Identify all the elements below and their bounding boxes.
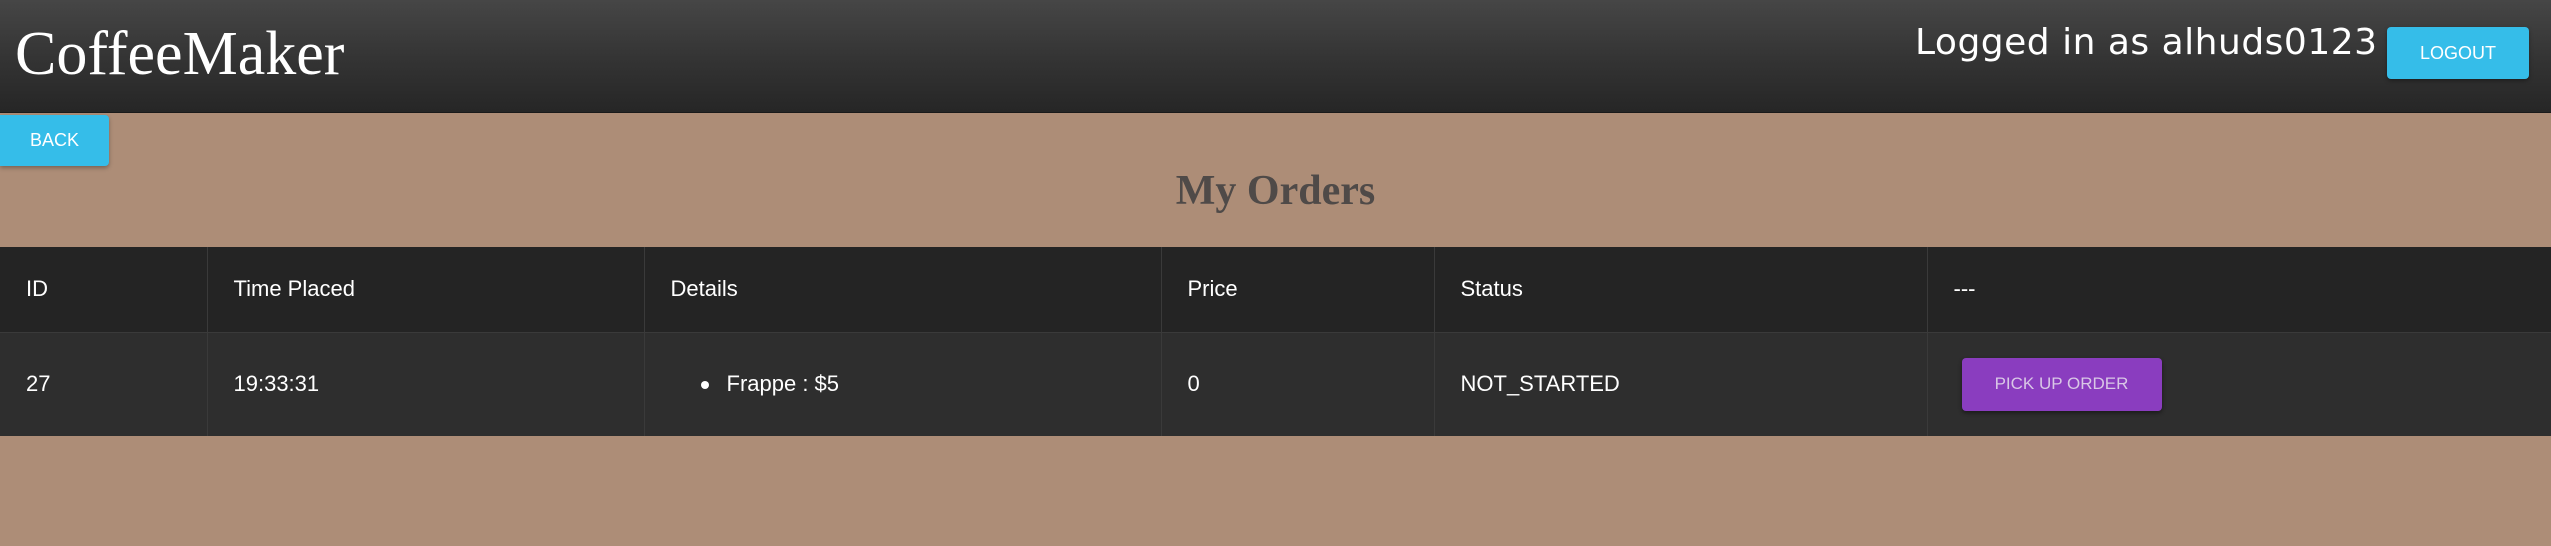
column-header-actions: --- — [1953, 276, 1976, 302]
column-header-details: Details — [644, 247, 1162, 332]
order-price-cell: 0 — [1161, 332, 1435, 436]
logged-in-user-text: Logged in as alhuds0123 — [1915, 22, 2378, 63]
column-header-time-placed: Time Placed — [207, 247, 645, 332]
column-header-status: Status — [1434, 247, 1928, 332]
pick-up-order-button[interactable]: PICK UP ORDER — [1961, 357, 2162, 411]
table-header-row: ID Time Placed Details Price Status --- — [0, 247, 2551, 332]
app-brand: CoffeeMaker — [15, 20, 345, 88]
list-item: Frappe : $5 — [645, 371, 1161, 397]
orders-table: ID Time Placed Details Price Status --- … — [0, 247, 2551, 436]
order-item-text: Frappe : $5 — [726, 371, 840, 397]
column-header-price: Price — [1161, 247, 1435, 332]
order-details-list: Frappe : $5 — [645, 371, 1161, 397]
order-status-cell: NOT_STARTED — [1434, 332, 1928, 436]
order-action-cell: PICK UP ORDER — [1927, 332, 2551, 436]
column-header-id: ID — [0, 247, 208, 332]
logout-button[interactable]: LOGOUT — [2387, 27, 2529, 79]
bullet-icon — [700, 381, 709, 390]
order-id-cell: 27 — [0, 332, 208, 436]
page-title: My Orders — [1175, 168, 1376, 214]
top-navbar: CoffeeMaker Logged in as alhuds0123 LOGO… — [0, 0, 2551, 113]
back-button[interactable]: BACK — [0, 115, 109, 166]
order-details-cell: Frappe : $5 — [644, 332, 1162, 436]
order-time-cell: 19:33:31 — [207, 332, 645, 436]
table-row: 27 19:33:31 Frappe : $5 0 NOT_STARTED PI… — [0, 332, 2551, 436]
